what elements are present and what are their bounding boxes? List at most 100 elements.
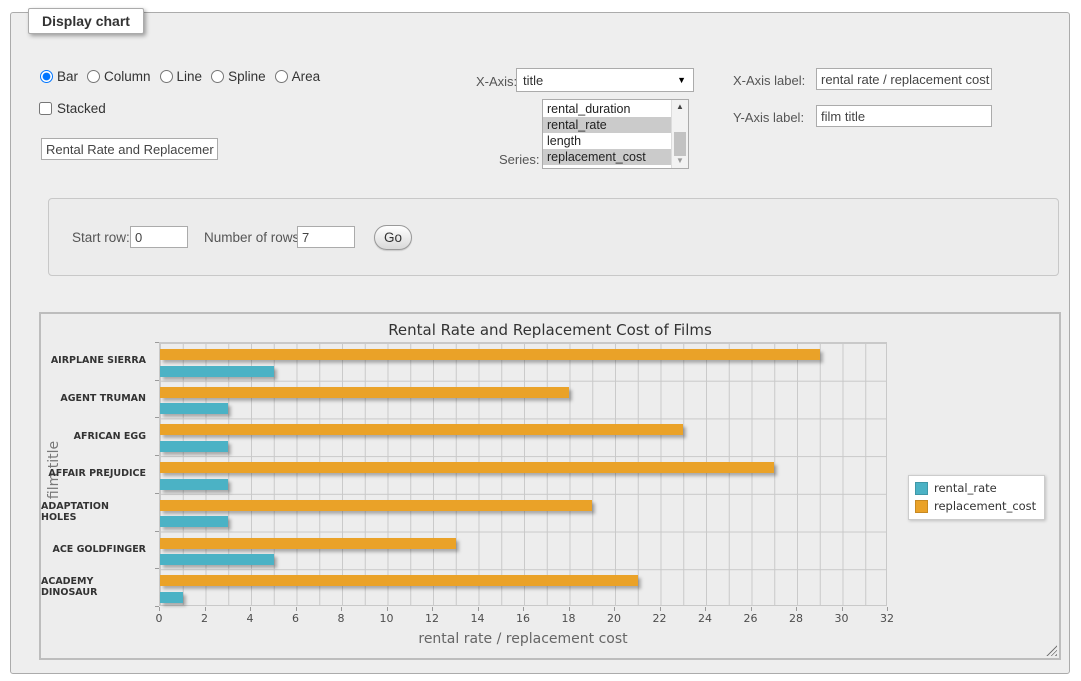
radio-column[interactable] [87,70,100,83]
legend-item-rental-rate: rental_rate [915,481,1036,495]
x-tick-label: 12 [417,612,447,625]
num-rows-input[interactable]: 7 [297,226,355,248]
x-tick-mark [751,607,752,611]
stacked-label[interactable]: Stacked [57,101,106,116]
y-axis-label-label: Y-Axis label: [733,110,804,125]
stacked-row: Stacked [39,101,106,116]
start-row-label: Start row: [72,230,130,245]
resize-handle-icon[interactable] [1046,645,1057,656]
x-tick-label: 2 [190,612,220,625]
replacement_cost-bar [160,462,774,473]
scroll-down-icon[interactable]: ▼ [673,154,687,168]
x-tick-label: 28 [781,612,811,625]
category-label: ADAPTATION HOLES [41,493,153,531]
x-tick-label: 26 [736,612,766,625]
x-tick-label: 4 [235,612,265,625]
x-tick-label: 32 [872,612,902,625]
y-axis-label-input[interactable]: film title [816,105,992,127]
x-tick-label: 0 [144,612,174,625]
chart-type-radio-spline[interactable]: Spline [211,69,266,84]
stacked-checkbox[interactable] [39,102,52,115]
radio-area[interactable] [275,70,288,83]
x-tick-label: 24 [690,612,720,625]
num-rows-label: Number of rows: [204,230,303,245]
x-tick-mark [614,607,615,611]
chart-type-radio-column[interactable]: Column [87,69,151,84]
replacement_cost-bar [160,349,820,360]
go-button[interactable]: Go [374,225,412,250]
radio-line[interactable] [160,70,173,83]
category-label: AIRPLANE SIERRA [41,342,153,380]
y-tick-mark [155,455,159,456]
series-option-rental_duration[interactable]: rental_duration [543,101,671,117]
scrollbar-thumb[interactable] [674,132,686,156]
replacement_cost-bar [160,500,592,511]
category-label: ACE GOLDFINGER [41,531,153,569]
x-tick-mark [569,607,570,611]
chart-title-input[interactable]: Rental Rate and Replacemer [41,138,218,160]
chart-type-radio-area[interactable]: Area [275,69,321,84]
series-options: rental_durationrental_ratelengthreplacem… [543,101,671,165]
rental_rate-bar [160,366,274,377]
radio-bar[interactable] [40,70,53,83]
x-tick-label: 30 [827,612,857,625]
x-tick-mark [842,607,843,611]
start-row-input[interactable]: 0 [130,226,188,248]
category-label: ACADEMY DINOSAUR [41,568,153,606]
rental_rate-bar [160,441,228,452]
rental_rate-bar [160,479,228,490]
x-tick-label: 20 [599,612,629,625]
chart-legend: rental_rate replacement_cost [908,475,1045,520]
category-axis-labels: AIRPLANE SIERRAAGENT TRUMANAFRICAN EGGAF… [41,342,153,606]
rental_rate-bar [160,554,274,565]
y-tick-mark [155,342,159,343]
replacement-cost-swatch-icon [915,500,928,513]
x-tick-label: 10 [372,612,402,625]
y-tick-mark [155,417,159,418]
series-listbox[interactable]: rental_durationrental_ratelengthreplacem… [542,99,689,169]
panel-title: Display chart [28,8,144,34]
x-tick-mark [159,607,160,611]
series-option-length[interactable]: length [543,133,671,149]
plot-area [159,342,887,606]
rental_rate-bar [160,592,183,603]
x-tick-mark [478,607,479,611]
x-axis-select[interactable]: title ▼ [516,68,694,92]
x-tick-label: 8 [326,612,356,625]
chart-type-radio-line[interactable]: Line [160,69,203,84]
chart-type-radio-bar[interactable]: Bar [40,69,78,84]
listbox-scrollbar[interactable]: ▲ ▼ [671,100,688,168]
x-tick-label: 22 [645,612,675,625]
chart-title: Rental Rate and Replacement Cost of Film… [41,321,1059,339]
display-chart-panel: Display chart BarColumnLineSplineArea St… [10,12,1070,674]
x-tick-mark [660,607,661,611]
legend-item-replacement-cost: replacement_cost [915,499,1036,513]
x-tick-mark [387,607,388,611]
chart-x-axis-label: rental rate / replacement cost [159,631,887,647]
scroll-up-icon[interactable]: ▲ [673,100,687,114]
x-axis-selected-value: title [523,73,543,88]
x-tick-mark [705,607,706,611]
legend-label: replacement_cost [934,499,1036,513]
x-tick-label: 14 [463,612,493,625]
rental-rate-swatch-icon [915,482,928,495]
rows-panel: Start row: 0 Number of rows: 7 Go [48,198,1059,276]
x-tick-mark [250,607,251,611]
y-tick-mark [155,380,159,381]
x-axis-label-label: X-Axis label: [733,73,805,88]
series-select-label: Series: [499,152,539,167]
rental_rate-bar [160,516,228,527]
radio-spline[interactable] [211,70,224,83]
x-tick-mark [205,607,206,611]
x-axis-select-label: X-Axis: [476,74,517,89]
x-tick-label: 6 [281,612,311,625]
chart-type-radios: Bar Column Line Spline Area [40,69,329,84]
y-tick-mark [155,493,159,494]
x-axis-label-input[interactable]: rental rate / replacement cost [816,68,992,90]
series-option-rental_rate[interactable]: rental_rate [543,117,671,133]
replacement_cost-bar [160,424,683,435]
chevron-down-icon: ▼ [677,75,686,85]
x-tick-mark [341,607,342,611]
x-tick-label: 18 [554,612,584,625]
series-option-replacement_cost[interactable]: replacement_cost [543,149,671,165]
